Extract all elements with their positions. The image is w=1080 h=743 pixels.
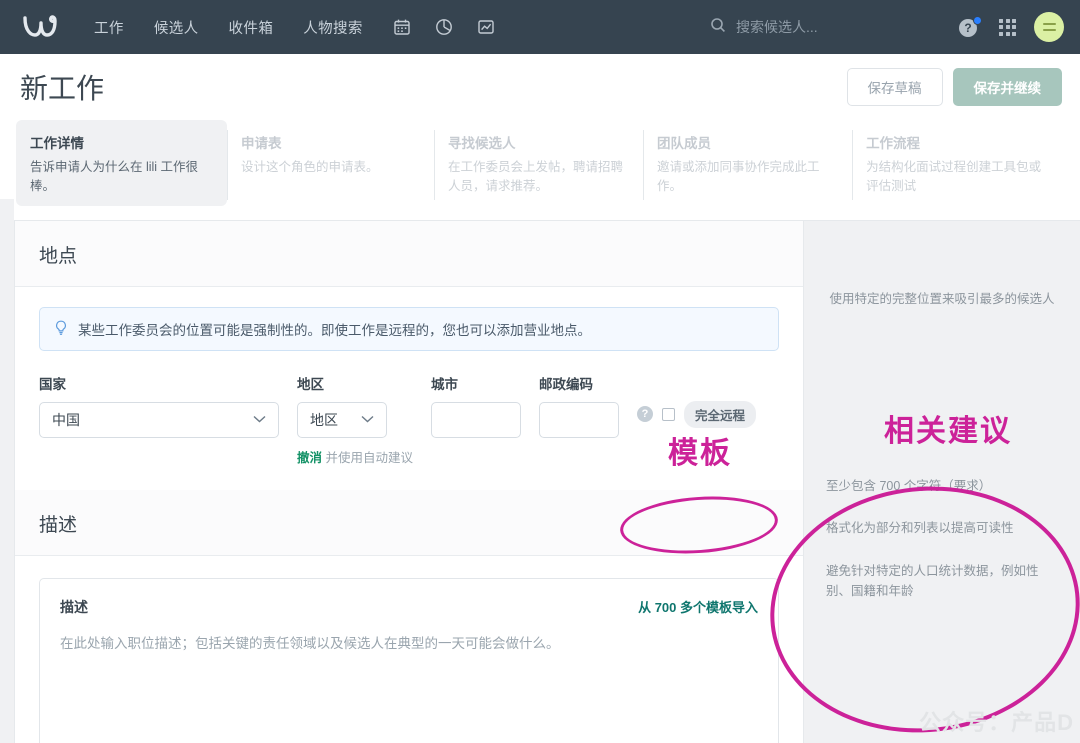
nav-links: 工作 候选人 收件箱 人物搜索 (94, 17, 363, 38)
location-section-title: 地点 (15, 220, 803, 287)
save-and-continue-button[interactable]: 保存并继续 (952, 68, 1062, 106)
wizard-steps: 工作详情 告诉申请人为什么在 lili 工作很棒。 申请表 设计这个角色的申请表… (0, 120, 1080, 221)
search-input[interactable] (736, 19, 946, 35)
notification-dot (973, 16, 982, 25)
nav-icon-group (393, 18, 495, 36)
undo-rest-text: 并使用自动建议 (322, 450, 413, 465)
step-desc: 设计这个角色的申请表。 (240, 160, 379, 174)
step-find-candidates[interactable]: 寻找候选人 在工作委员会上发帖，聘请招聘人员，请求推荐。 (434, 120, 643, 206)
nav-people-search[interactable]: 人物搜索 (303, 17, 363, 38)
search-icon (710, 17, 726, 38)
nav-jobs[interactable]: 工作 (94, 17, 124, 38)
country-label: 国家 (39, 376, 66, 392)
chevron-down-icon (361, 414, 374, 426)
advice-item: 至少包含 700 个字符（要求） (826, 478, 992, 493)
advice-item: 格式化为部分和列表以提高可读性 (826, 521, 1014, 536)
import-template-link[interactable]: 从 700 多个模板导入 (638, 597, 758, 616)
city-input[interactable] (431, 401, 521, 438)
city-label: 城市 (431, 376, 458, 392)
avatar-glyph (1042, 23, 1056, 31)
region-field-group: 地区 地区 撤消 并使用自动建议 (297, 373, 413, 466)
step-desc: 告诉申请人为什么在 lili 工作很棒。 (30, 160, 199, 193)
step-desc: 在工作委员会上发帖，聘请招聘人员，请求推荐。 (448, 160, 624, 193)
wave-logo[interactable] (20, 12, 64, 42)
apps-grid-icon[interactable] (999, 18, 1016, 36)
step-team-members[interactable]: 团队成员 邀请或添加同事协作完成此工作。 (643, 120, 852, 206)
save-draft-button[interactable]: 保存草稿 (846, 68, 943, 106)
advice-list: 至少包含 700 个字符（要求） 格式化为部分和列表以提高可读性 避免针对特定的… (826, 476, 1062, 625)
description-placeholder: 在此处输入职位描述；包括关键的责任领域以及候选人在典型的一天可能会做什么。 (60, 635, 560, 651)
country-field-group: 国家 中国 (39, 373, 279, 438)
location-tip-text: 某些工作委员会的位置可能是强制性的。即使工作是远程的，您也可以添加营业地点。 (78, 322, 591, 338)
step-application-form[interactable]: 申请表 设计这个角色的申请表。 (226, 120, 434, 206)
page-header: 新工作 保存草稿 保存并继续 (0, 54, 1080, 120)
help-notification-icon[interactable]: ? (959, 16, 982, 38)
description-section-title: 描述 (15, 489, 803, 556)
country-select[interactable]: 中国 (39, 401, 279, 438)
region-select[interactable]: 地区 (297, 401, 387, 438)
user-avatar[interactable] (1034, 12, 1064, 42)
zip-input[interactable] (539, 401, 619, 438)
zip-field-group: 邮政编码 (539, 373, 619, 438)
step-title: 寻找候选人 (448, 136, 516, 151)
region-undo-line: 撤消 并使用自动建议 (297, 447, 413, 466)
step-job-details[interactable]: 工作详情 告诉申请人为什么在 lili 工作很棒。 (16, 120, 227, 206)
city-field-group: 城市 (431, 373, 521, 438)
fully-remote-row: ? 完全远程 (637, 400, 757, 428)
step-desc: 为结构化面试过程创建工具包或评估测试 (866, 160, 1042, 193)
zip-label: 邮政编码 (539, 376, 593, 392)
main-column: 地点 某些工作委员会的位置可能是强制性的。即使工作是远程的，您也可以添加营业地点… (14, 220, 804, 743)
step-desc: 邀请或添加同事协作完成此工作。 (657, 160, 820, 193)
country-value: 中国 (52, 411, 80, 428)
region-value: 地区 (310, 411, 338, 428)
calendar-icon[interactable] (393, 18, 411, 36)
nav-inbox[interactable]: 收件箱 (229, 17, 274, 38)
description-editor-header: 描述 从 700 多个模板导入 (60, 597, 758, 617)
question-mark-icon[interactable]: ? (637, 406, 653, 422)
step-title: 工作详情 (30, 136, 84, 151)
lightbulb-icon (54, 320, 68, 338)
location-tip: 某些工作委员会的位置可能是强制性的。即使工作是远程的，您也可以添加营业地点。 (39, 306, 779, 351)
nav-candidates[interactable]: 候选人 (154, 17, 199, 38)
location-fields: 国家 中国 地区 地区 撤消 并使用自动建议 城市 邮政编码 ? 完全远程 (39, 373, 779, 466)
image-analytics-icon[interactable] (477, 18, 495, 36)
description-editor[interactable]: 描述 从 700 多个模板导入 在此处输入职位描述；包括关键的责任领域以及候选人… (39, 577, 779, 743)
app-page: 工作 候选人 收件箱 人物搜索 搜索候选人... ? 新工作 保存草稿 保存并继… (0, 0, 1080, 743)
description-card-body: 描述 从 700 多个模板导入 在此处输入职位描述；包括关键的责任领域以及候选人… (15, 556, 803, 743)
content-area: 地点 某些工作委员会的位置可能是强制性的。即使工作是远程的，您也可以添加营业地点… (0, 220, 1080, 743)
left-scroll-strip (0, 199, 14, 743)
global-search[interactable] (710, 0, 946, 54)
pie-chart-icon[interactable] (435, 18, 453, 36)
navbar-right: ? (959, 0, 1064, 54)
step-workflow[interactable]: 工作流程 为结构化面试过程创建工具包或评估测试 (852, 120, 1064, 206)
advice-item: 避免针对特定的人口统计数据，例如性别、国籍和年龄 (826, 563, 1039, 599)
right-sidebar: 使用特定的完整位置来吸引最多的候选人 至少包含 700 个字符（要求） 格式化为… (804, 220, 1080, 743)
top-navbar: 工作 候选人 收件箱 人物搜索 搜索候选人... ? (0, 0, 1080, 54)
fully-remote-label: 完全远程 (684, 400, 757, 428)
page-title: 新工作 (20, 73, 105, 104)
chevron-down-icon (253, 414, 266, 426)
step-title: 申请表 (240, 136, 282, 151)
location-sidebar-hint: 使用特定的完整位置来吸引最多的候选人 (829, 291, 1055, 306)
step-title: 团队成员 (657, 136, 712, 151)
region-label: 地区 (297, 376, 324, 392)
undo-link[interactable]: 撤消 (297, 451, 322, 465)
header-actions: 保存草稿 保存并继续 (846, 68, 1062, 106)
location-card-body: 某些工作委员会的位置可能是强制性的。即使工作是远程的，您也可以添加营业地点。 国… (15, 287, 803, 490)
step-title: 工作流程 (866, 136, 921, 151)
description-box-title: 描述 (60, 598, 88, 615)
fully-remote-checkbox[interactable] (662, 407, 675, 421)
